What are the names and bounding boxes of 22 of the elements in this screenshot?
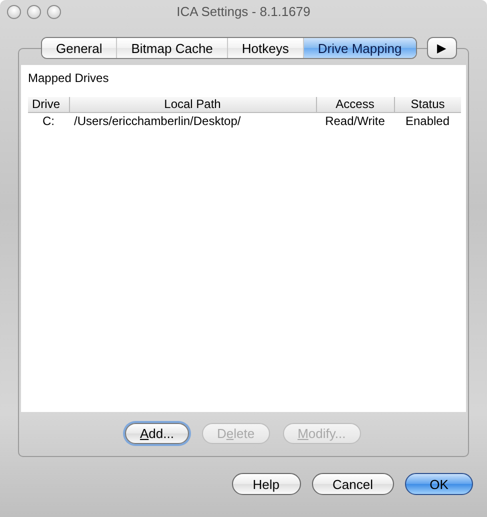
close-button[interactable] [7,5,21,19]
tab-scroll-button[interactable]: ▶ [426,37,457,59]
dialog-button[interactable]: Help [232,473,301,495]
minimize-button[interactable] [27,5,41,19]
column-header[interactable]: Status [394,97,461,112]
tab[interactable]: Hotkeys [226,38,303,58]
column-header[interactable]: Local Path [69,97,316,112]
window-title: ICA Settings - 8.1.1679 [176,3,310,22]
table-cell: C: [28,112,69,130]
table-cell: Read/Write [316,112,394,130]
dialog-button[interactable]: Cancel [312,473,394,495]
zoom-button[interactable] [47,5,61,19]
tab[interactable]: Bitmap Cache [116,38,227,58]
tab[interactable]: General [42,38,116,58]
table-cell: /Users/ericchamberlin/Desktop/ [69,112,316,130]
section-title: Mapped Drives [28,70,110,87]
column-header[interactable]: Drive [28,97,69,112]
column-header[interactable]: Access [316,97,394,112]
tab[interactable]: Drive Mapping [302,38,416,58]
push-button[interactable]: Add... [125,423,189,444]
dialog-button[interactable]: OK [405,473,473,495]
table-cell: Enabled [394,112,461,130]
